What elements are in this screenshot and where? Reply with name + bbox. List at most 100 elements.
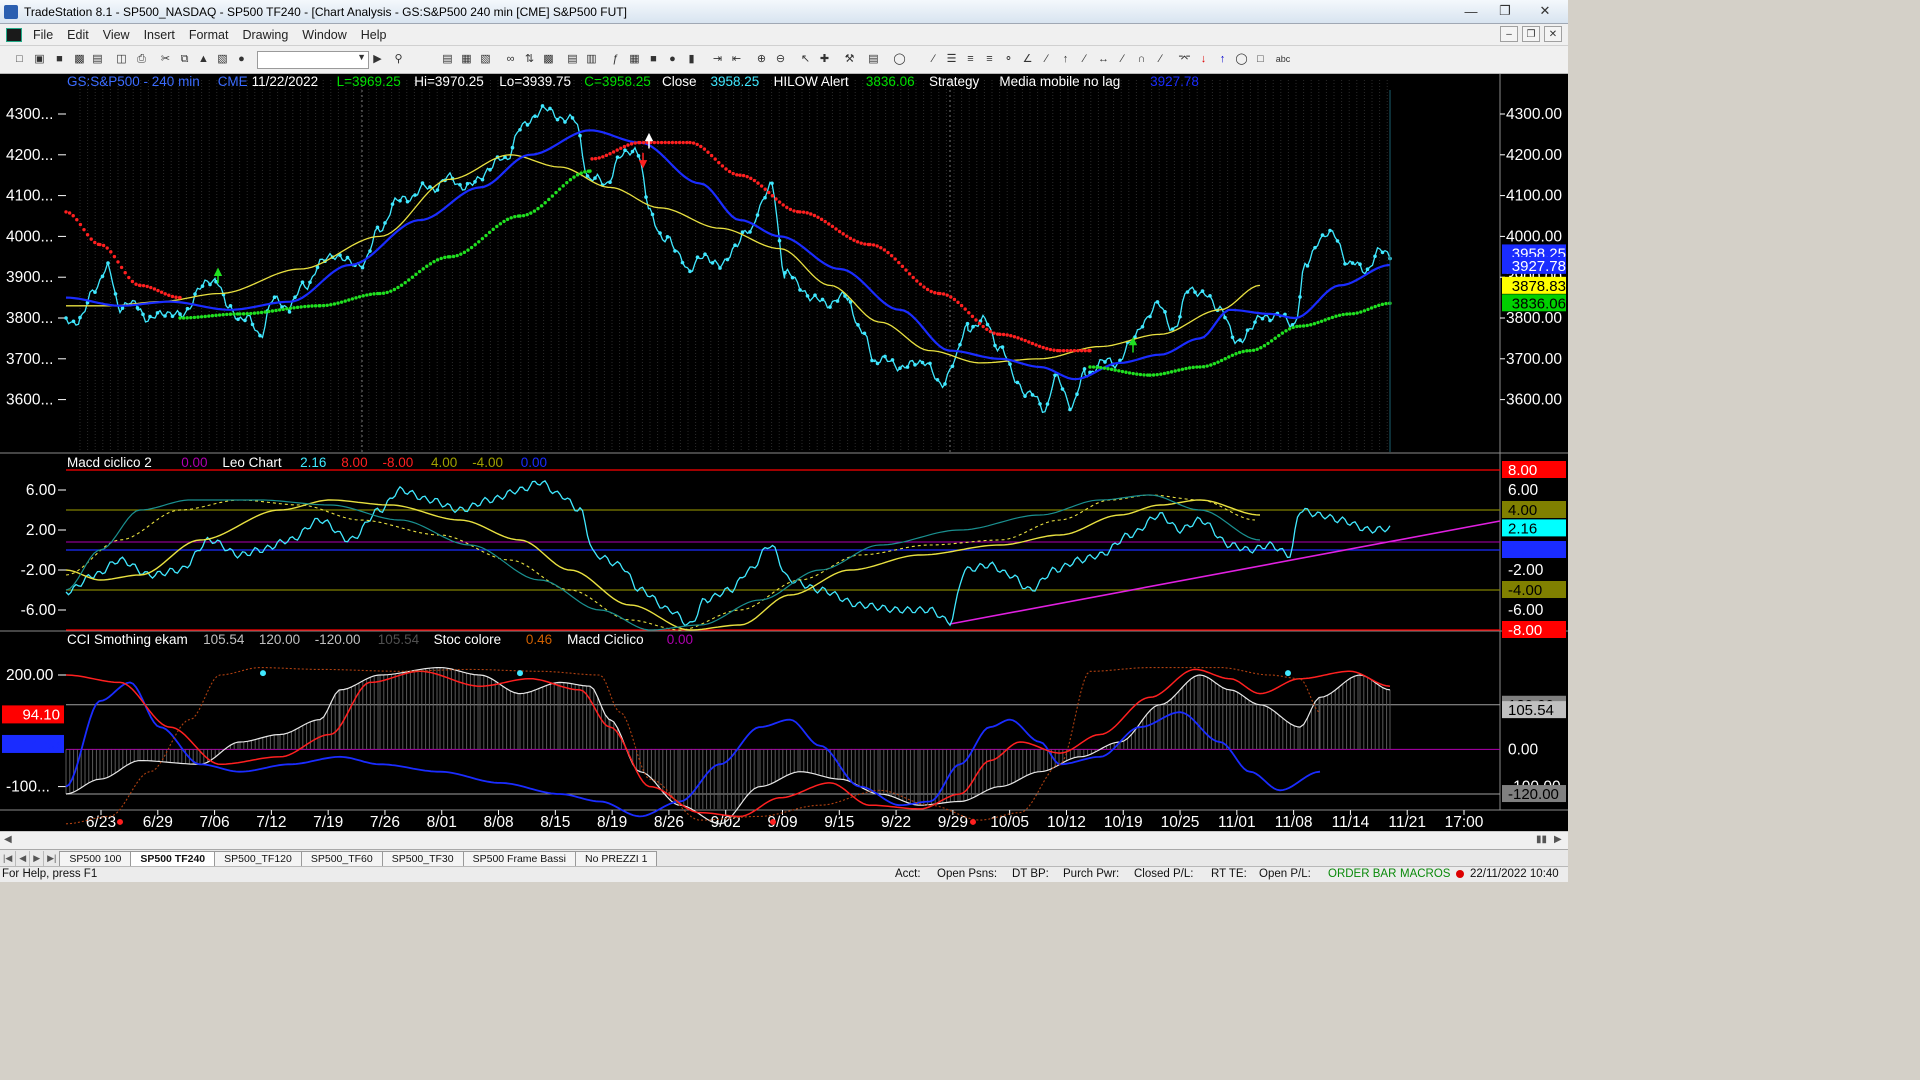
- symbol-combobox[interactable]: ▼: [257, 51, 369, 69]
- regression-channel-icon[interactable]: ∕: [1077, 52, 1092, 67]
- chart-style-icon[interactable]: ▧: [215, 52, 230, 67]
- bar-spacing-increase-icon[interactable]: ⇤: [729, 52, 744, 67]
- horizontal-scrollbar[interactable]: ◀ ▮▮ ▶: [0, 831, 1568, 849]
- menu-drawing[interactable]: Drawing: [235, 28, 295, 42]
- last-tab-icon[interactable]: ▶|: [44, 851, 61, 866]
- scroll-right-icon[interactable]: ▶: [1554, 834, 1562, 845]
- hilow-red-dot: [174, 295, 178, 299]
- close-button[interactable]: ✕: [1522, 0, 1568, 22]
- trendline-icon[interactable]: ∕: [926, 52, 941, 67]
- gann-fan-icon[interactable]: ∠: [1020, 52, 1035, 67]
- prev-tab-icon[interactable]: ◀: [16, 851, 31, 866]
- cut-icon[interactable]: ✂: [158, 52, 173, 67]
- curve-icon[interactable]: ⌤: [1177, 52, 1192, 67]
- bar-spacing-decrease-icon[interactable]: ⇥: [710, 52, 725, 67]
- first-tab-icon[interactable]: |◀: [0, 851, 17, 866]
- sheet-tab-sp500-tf30[interactable]: SP500_TF30: [381, 851, 464, 866]
- menu-file[interactable]: File: [26, 28, 60, 42]
- up-arrow-icon[interactable]: ↑: [1215, 52, 1230, 67]
- arc-icon[interactable]: ⚬: [1001, 52, 1016, 67]
- insert-indicator-icon[interactable]: ƒ: [608, 52, 623, 67]
- scroll-left-icon[interactable]: ◀: [4, 834, 12, 845]
- scanner-icon[interactable]: ∞: [503, 52, 518, 67]
- tools-icon[interactable]: ⚒: [842, 52, 857, 67]
- hilow-green-dot: [407, 278, 411, 282]
- price-close-dot: [390, 202, 395, 206]
- macros-button[interactable]: MACROS: [1400, 868, 1450, 880]
- crosshair-icon[interactable]: ✚: [817, 52, 832, 67]
- down-arrow-icon[interactable]: ↓: [1196, 52, 1211, 67]
- chart-analysis-icon[interactable]: ▤: [440, 52, 455, 67]
- commentary-icon[interactable]: ◯: [892, 52, 907, 67]
- zoom-out-icon[interactable]: ⊖: [773, 52, 788, 67]
- price-close-dot: [193, 292, 197, 296]
- save-all-icon[interactable]: ▩: [72, 52, 87, 67]
- menu-window[interactable]: Window: [295, 28, 353, 42]
- order-bar-button[interactable]: ORDER BAR: [1328, 868, 1396, 880]
- cycle-lines-icon[interactable]: ∩: [1134, 52, 1149, 67]
- news-icon[interactable]: ▤: [565, 52, 580, 67]
- speed-lines-icon[interactable]: ∕: [1039, 52, 1054, 67]
- cci-header-item: -120.00: [315, 632, 361, 647]
- symbol-lookup-icon[interactable]: ⚲: [391, 52, 406, 67]
- minimize-button[interactable]: —: [1454, 0, 1488, 22]
- price-close-dot: [623, 148, 627, 152]
- fibonacci-icon[interactable]: ≡: [982, 52, 997, 67]
- bar-chart-icon[interactable]: ▮: [684, 52, 699, 67]
- mdi-restore-button[interactable]: ❐: [1522, 26, 1540, 42]
- options-icon[interactable]: ▩: [541, 52, 556, 67]
- pointer-icon[interactable]: ↖: [798, 52, 813, 67]
- horizontal-ray-icon[interactable]: ↔: [1096, 52, 1111, 67]
- lock-icon[interactable]: ▲: [196, 52, 211, 67]
- new-document-icon[interactable]: □: [12, 52, 27, 67]
- next-tab-icon[interactable]: ▶: [30, 851, 45, 866]
- menu-view[interactable]: View: [96, 28, 137, 42]
- price-close-dot: [1358, 262, 1362, 266]
- chart-area[interactable]: GS:S&P500 - 240 min CME 11/22/2022 L=3969.2…: [0, 74, 1568, 838]
- menu-insert[interactable]: Insert: [137, 28, 182, 42]
- text-tool-icon[interactable]: abc: [1273, 52, 1293, 67]
- menu-format[interactable]: Format: [182, 28, 236, 42]
- format-colors-icon[interactable]: ●: [234, 52, 249, 67]
- sheet-tab-sp500-tf240[interactable]: SP500 TF240: [130, 851, 216, 866]
- maximize-button[interactable]: ❐: [1488, 0, 1522, 22]
- play-arrow-icon[interactable]: ▶: [370, 52, 385, 67]
- scroll-thumb-icon[interactable]: ▮▮: [1536, 834, 1547, 845]
- macros-icon[interactable]: ▤: [866, 52, 881, 67]
- print-preview-icon[interactable]: ◫: [114, 52, 129, 67]
- show-me-icon[interactable]: ■: [646, 52, 661, 67]
- mdi-minimize-button[interactable]: –: [1500, 26, 1518, 42]
- open-folder-icon[interactable]: ▣: [32, 52, 47, 67]
- parallel-lines-icon[interactable]: ∕: [1115, 52, 1130, 67]
- copy-icon[interactable]: ⧉: [177, 52, 192, 67]
- price-close-dot: [1268, 318, 1272, 323]
- insert-strategy-icon[interactable]: ▦: [627, 52, 642, 67]
- chart-canvas[interactable]: GS:S&P500 - 240 min CME 11/22/2022 L=3969.2…: [0, 74, 1568, 831]
- sheet-tab-sp500-frame-bassi[interactable]: SP500 Frame Bassi: [462, 851, 576, 866]
- menu-help[interactable]: Help: [354, 28, 394, 42]
- horizontal-lines-icon[interactable]: ≡: [963, 52, 978, 67]
- sheet-tab-sp500-tf120[interactable]: SP500_TF120: [214, 851, 302, 866]
- rectangle-icon[interactable]: □: [1253, 52, 1268, 67]
- new-workspace-icon[interactable]: ▤: [90, 52, 105, 67]
- time-sales-icon[interactable]: ⇅: [522, 52, 537, 67]
- mdi-close-button[interactable]: ✕: [1544, 26, 1562, 42]
- ellipse-icon[interactable]: ◯: [1234, 52, 1249, 67]
- portfolio-icon[interactable]: ▥: [584, 52, 599, 67]
- sheet-tab-no-prezzi-1[interactable]: No PREZZI 1: [574, 851, 658, 866]
- chart-window-icon[interactable]: [6, 27, 22, 42]
- price-close-dot: [555, 117, 560, 122]
- print-icon[interactable]: ⎙: [134, 52, 149, 67]
- paint-bar-icon[interactable]: ●: [665, 52, 680, 67]
- sheet-tab-sp500-tf60[interactable]: SP500_TF60: [300, 851, 383, 866]
- radarscreen-icon[interactable]: ▦: [459, 52, 474, 67]
- matrix-icon[interactable]: ▧: [478, 52, 493, 67]
- save-icon[interactable]: ■: [52, 52, 67, 67]
- menu-edit[interactable]: Edit: [60, 28, 96, 42]
- hilow-green-dot: [225, 312, 229, 317]
- vertical-lines-icon[interactable]: ☰: [944, 52, 959, 67]
- sheet-tab-sp500-100[interactable]: SP500 100: [59, 851, 132, 866]
- andrews-pitchfork-icon[interactable]: ↑: [1058, 52, 1073, 67]
- freehand-icon[interactable]: ∕: [1153, 52, 1168, 67]
- zoom-in-icon[interactable]: ⊕: [754, 52, 769, 67]
